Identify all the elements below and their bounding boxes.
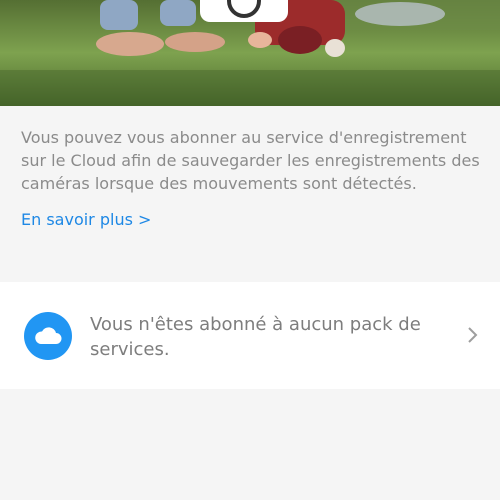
cloud-description: Vous pouvez vous abonner au service d'en… (21, 128, 480, 193)
chevron-right-icon (468, 327, 478, 343)
empty-area (0, 389, 500, 500)
camera-icon (200, 0, 288, 22)
cloud-icon (24, 312, 72, 360)
service-subscription-row[interactable]: Vous n'êtes abonné à aucun pack de servi… (0, 282, 500, 389)
learn-more-link[interactable]: En savoir plus > (21, 210, 151, 229)
subscription-status-text: Vous n'êtes abonné à aucun pack de servi… (90, 314, 421, 360)
hero-image (0, 0, 500, 106)
cloud-info-section: Vous pouvez vous abonner au service d'en… (0, 106, 500, 281)
